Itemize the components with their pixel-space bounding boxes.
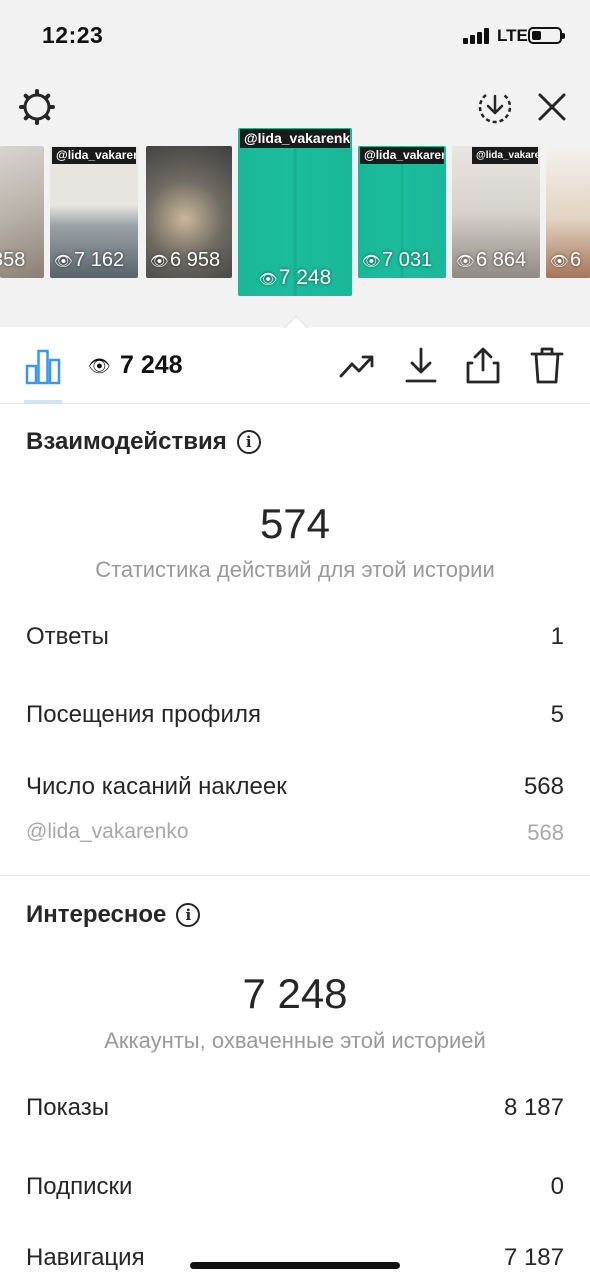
signal-icon <box>463 28 493 44</box>
stat-value: 568 <box>523 773 564 800</box>
story-thumbnail[interactable]: @lida_vakarenko 👁7 031 <box>358 146 446 278</box>
bar-chart-icon[interactable] <box>24 348 62 386</box>
eye-icon: 👁 <box>88 356 111 376</box>
section-title-interactions: Взаимодействия i <box>26 428 261 456</box>
sticker-handle[interactable]: @lida_vakarenko <box>26 820 189 844</box>
story-views: 358 <box>0 249 26 271</box>
story-handle: @lida_vakarenko <box>472 147 538 164</box>
story-views: 👁7 031 <box>362 249 433 271</box>
interactions-total: 574 <box>259 500 331 547</box>
story-handle: @lida_vakarenko <box>360 147 444 164</box>
interactions-subtitle: Статистика действий для этой истории <box>95 557 495 582</box>
home-indicator[interactable] <box>190 1262 400 1269</box>
stat-label: Число касаний наклеек <box>26 773 287 800</box>
stat-label: Навигация <box>26 1244 145 1271</box>
story-views: 👁6 864 <box>456 249 527 271</box>
story-thumbnail[interactable]: 👁6 <box>546 146 590 278</box>
stat-value: 7 187 <box>503 1244 564 1271</box>
story-views: 👁7 162 <box>54 249 125 271</box>
story-handle: @lida_vakarenko <box>240 129 350 148</box>
stat-value: 1 <box>550 623 564 650</box>
discovery-subtitle: Аккаунты, охваченные этой историей <box>104 1028 486 1053</box>
share-icon[interactable] <box>464 346 502 384</box>
story-thumbnail[interactable]: @lida_vakarenko 👁7 162 <box>50 146 138 278</box>
network-label: LTE <box>497 26 528 45</box>
trending-icon[interactable] <box>338 346 376 384</box>
section-divider <box>0 875 590 876</box>
gear-icon[interactable] <box>18 88 56 126</box>
selected-tab-indicator <box>24 400 62 404</box>
story-thumbnail[interactable]: @lida_vakarenko 👁6 864 <box>452 146 540 278</box>
views-count: 7 248 <box>120 351 183 379</box>
download-circle-icon[interactable] <box>476 88 514 126</box>
info-icon[interactable]: i <box>176 903 201 927</box>
stat-value: 8 187 <box>503 1094 564 1121</box>
story-thumbnail[interactable]: 358 <box>0 146 44 278</box>
download-icon[interactable] <box>402 346 440 384</box>
section-title-discovery: Интересное i <box>26 901 201 929</box>
story-views: 👁6 958 <box>150 249 221 271</box>
stat-value: 5 <box>550 701 564 728</box>
stat-label: Ответы <box>26 623 109 650</box>
story-thumbnail-selected[interactable]: @lida_vakarenko 👁7 248 <box>238 128 352 296</box>
discovery-total: 7 248 <box>242 970 348 1017</box>
info-icon[interactable]: i <box>236 430 261 454</box>
story-handle: @lida_vakarenko <box>52 147 136 164</box>
trash-icon[interactable] <box>528 346 566 384</box>
story-views: 👁7 248 <box>258 266 332 289</box>
stat-label: Показы <box>26 1094 109 1121</box>
story-thumbnail[interactable]: 👁6 958 <box>146 146 232 278</box>
stat-label: Подписки <box>26 1173 133 1200</box>
clock: 12:23 <box>42 22 104 48</box>
status-bar: 12:23 LTE <box>0 0 590 72</box>
stat-value: 0 <box>550 1173 564 1200</box>
close-icon[interactable] <box>535 90 569 124</box>
sticker-value: 568 <box>527 820 564 845</box>
selection-pointer <box>280 312 310 328</box>
stat-label: Посещения профиля <box>26 701 261 728</box>
story-views: 👁6 <box>550 249 582 271</box>
insights-panel <box>0 327 590 1280</box>
battery-icon <box>528 27 565 44</box>
